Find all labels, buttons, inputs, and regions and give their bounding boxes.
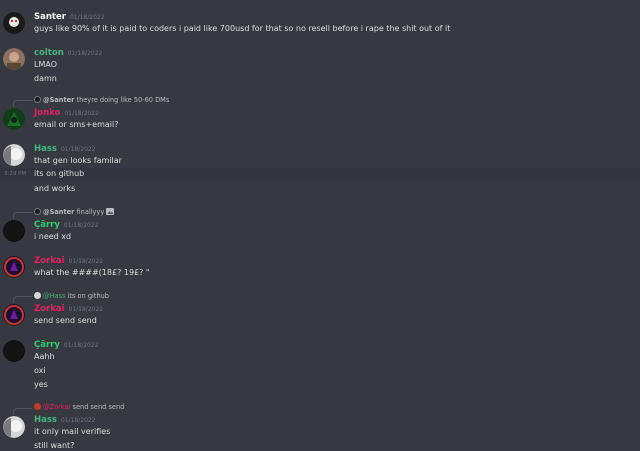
timestamp: 01/18/2022 bbox=[64, 110, 99, 117]
timestamp: 01/18/2022 bbox=[69, 14, 105, 21]
timestamp: 01/18/2022 bbox=[63, 342, 99, 349]
username[interactable]: Hass bbox=[34, 415, 57, 425]
avatar[interactable] bbox=[3, 340, 25, 362]
reply-username[interactable]: @Zorkai bbox=[43, 403, 70, 411]
message-text: send send send bbox=[34, 316, 97, 325]
message-text: Aahh bbox=[34, 352, 55, 361]
reply-preview[interactable]: @Zorkai send send send bbox=[34, 403, 124, 412]
image-icon bbox=[106, 208, 115, 215]
timestamp: 01/18/2022 bbox=[60, 146, 96, 153]
message-row-hovered[interactable]: 3:29 PM its on github bbox=[0, 168, 640, 182]
message-text: and works bbox=[34, 184, 76, 193]
timestamp: 01/18/2022 bbox=[63, 222, 99, 229]
message-text: it only mail verifies bbox=[34, 427, 111, 436]
message-group[interactable]: Santer 01/18/2022 guys like 90% of it is … bbox=[0, 8, 640, 38]
reply-username[interactable]: @Santer bbox=[43, 208, 74, 216]
reply-preview[interactable]: @Santer finallyyy bbox=[34, 208, 115, 217]
reply-text: its on github bbox=[67, 292, 109, 300]
username[interactable]: Ҫārry bbox=[34, 220, 60, 230]
avatar[interactable] bbox=[3, 256, 25, 278]
message-text: that gen looks familar bbox=[34, 156, 122, 165]
message-text: what the ####(18£? 19£? " bbox=[34, 268, 150, 277]
message-group[interactable]: Zorkai 01/18/2022 what the ####(18£? 19£?… bbox=[0, 254, 640, 284]
reply-connector bbox=[13, 408, 32, 415]
timestamp: 01/18/2022 bbox=[68, 306, 104, 313]
avatar[interactable] bbox=[3, 48, 25, 70]
reply-preview[interactable]: @Hass its on github bbox=[34, 292, 109, 301]
username[interactable]: Zorkai bbox=[34, 304, 65, 314]
message-group[interactable]: @Santer finallyyy Ҫārry 01/18/2022 i need… bbox=[0, 206, 640, 246]
message-group[interactable]: colton 01/18/2022 LMAO damn bbox=[0, 44, 640, 86]
avatar[interactable] bbox=[3, 304, 25, 326]
reply-text: theyre doing like 50-60 DMs bbox=[76, 96, 170, 104]
username[interactable]: Santer bbox=[34, 12, 66, 22]
avatar[interactable] bbox=[3, 220, 25, 242]
message-group[interactable]: @Santer theyre doing like 50-60 DMs Jonk… bbox=[0, 94, 640, 134]
reply-avatar bbox=[34, 292, 41, 299]
avatar[interactable] bbox=[3, 144, 25, 166]
message-row[interactable]: and works bbox=[0, 182, 640, 196]
reply-text: finallyyy bbox=[76, 208, 105, 216]
message-group[interactable]: Ҫārry 01/18/2022 Aahh oxi yes bbox=[0, 338, 640, 394]
message-text: yes bbox=[34, 380, 48, 389]
timestamp: 01/18/2022 bbox=[68, 258, 104, 265]
reply-username[interactable]: @Santer bbox=[43, 96, 74, 104]
username[interactable]: Jonko bbox=[34, 108, 60, 118]
username[interactable]: colton bbox=[34, 48, 64, 58]
message-text: damn bbox=[34, 74, 57, 83]
reply-connector bbox=[13, 296, 32, 303]
avatar[interactable] bbox=[3, 108, 25, 130]
chat-messages: Santer 01/18/2022 guys like 90% of it is … bbox=[0, 0, 640, 450]
message-text: oxi bbox=[34, 366, 46, 375]
avatar[interactable] bbox=[3, 416, 25, 438]
timestamp: 01/18/2022 bbox=[67, 50, 103, 57]
message-text: its on github bbox=[34, 169, 85, 178]
reply-avatar bbox=[34, 96, 41, 103]
message-group[interactable]: @Hass its on github Zorkai 01/18/2022 sen… bbox=[0, 290, 640, 330]
message-text: guys like 90% of it is paid to coders i … bbox=[34, 24, 451, 33]
hover-timestamp: 3:29 PM bbox=[4, 171, 27, 177]
avatar[interactable] bbox=[3, 12, 25, 34]
reply-preview[interactable]: @Santer theyre doing like 50-60 DMs bbox=[34, 96, 169, 105]
username[interactable]: Zorkai bbox=[34, 256, 65, 266]
reply-text: send send send bbox=[72, 403, 125, 411]
reply-avatar bbox=[34, 403, 41, 410]
username[interactable]: Ҫārry bbox=[34, 340, 60, 350]
username[interactable]: Hass bbox=[34, 144, 57, 154]
reply-connector bbox=[13, 100, 32, 107]
reply-username[interactable]: @Hass bbox=[43, 292, 65, 300]
message-text: email or sms+email? bbox=[34, 120, 119, 129]
message-text: LMAO bbox=[34, 60, 57, 69]
message-group[interactable]: @Zorkai send send send Hass 01/18/2022 it… bbox=[0, 402, 640, 450]
message-text: i need xd bbox=[34, 232, 72, 241]
reply-connector bbox=[13, 212, 32, 219]
timestamp: 01/18/2022 bbox=[60, 417, 96, 424]
reply-avatar bbox=[34, 208, 41, 215]
